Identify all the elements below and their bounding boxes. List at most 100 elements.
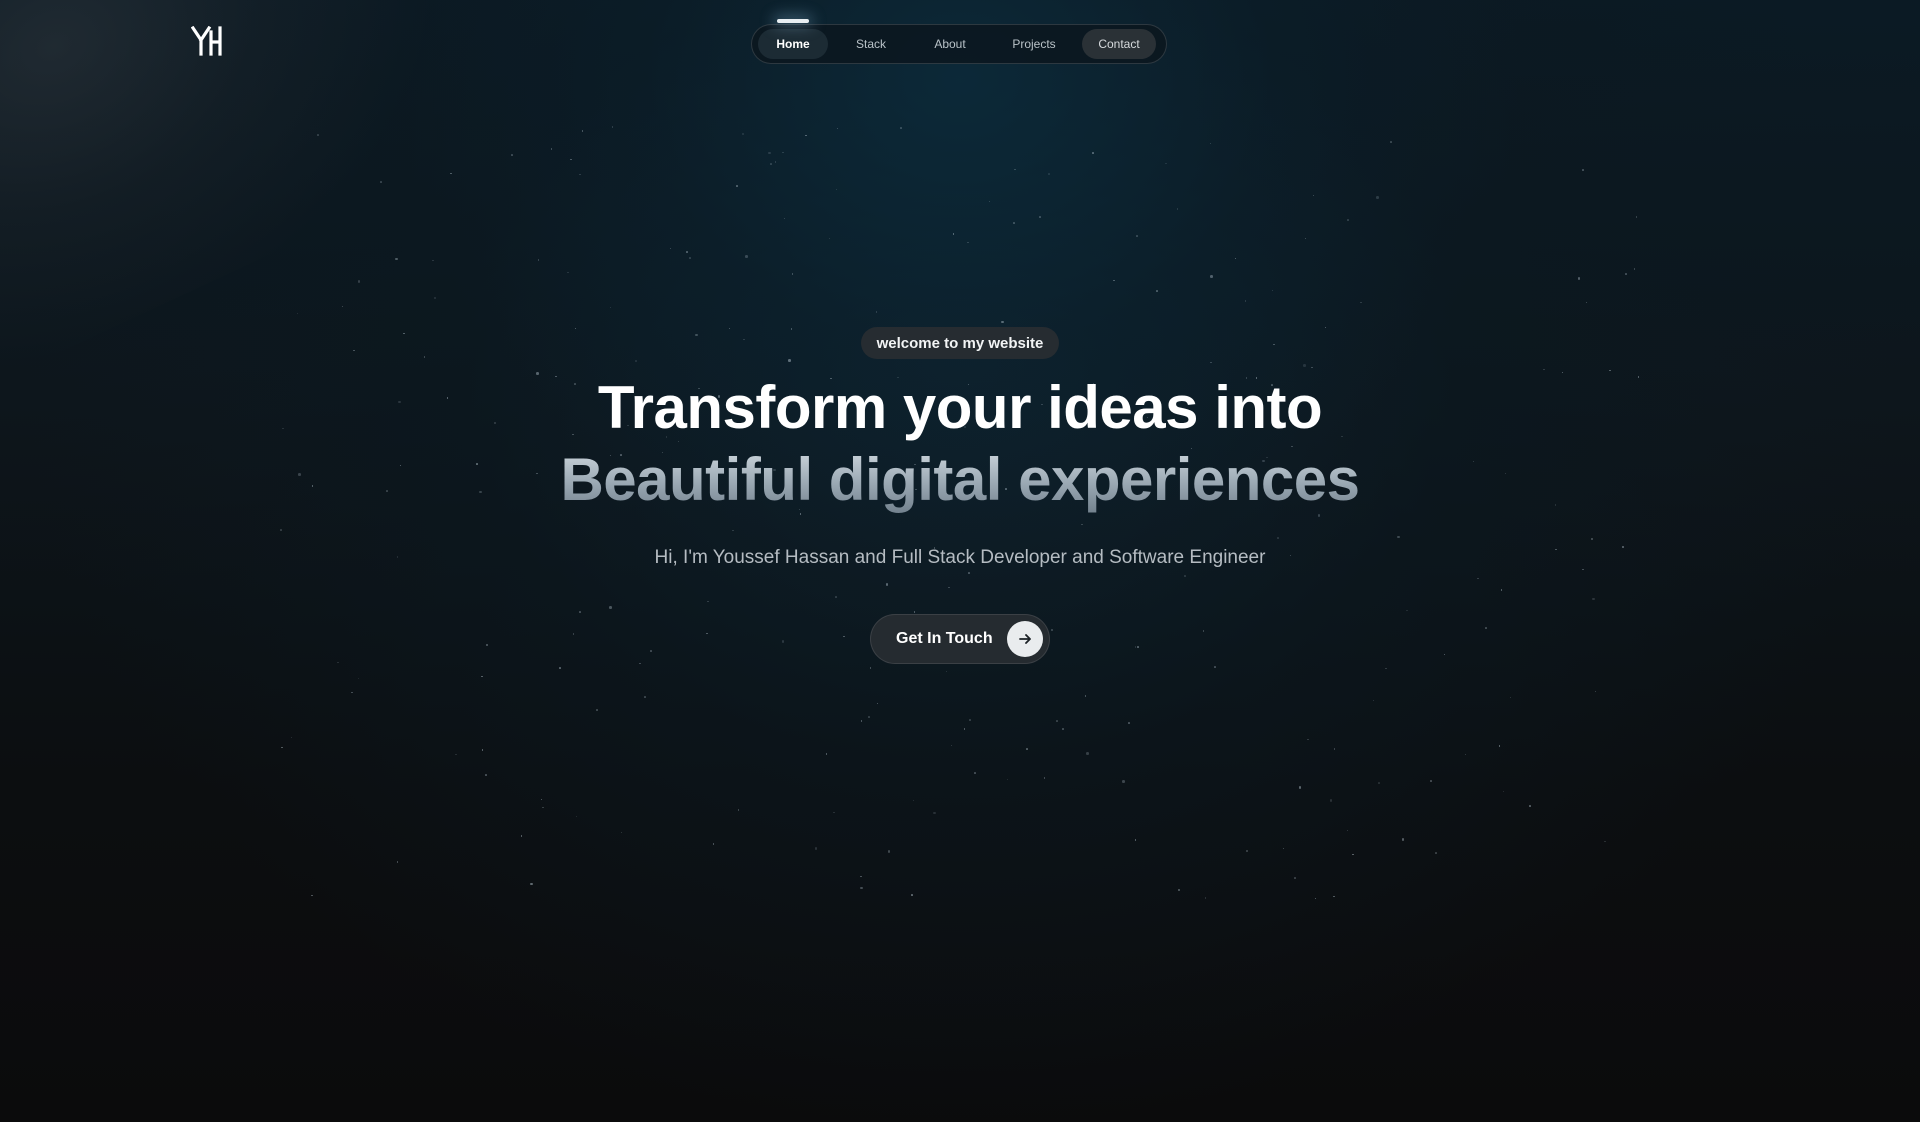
star bbox=[485, 774, 487, 776]
star bbox=[825, 753, 828, 755]
star bbox=[537, 259, 540, 261]
star bbox=[963, 728, 966, 730]
star bbox=[1385, 667, 1387, 670]
star bbox=[695, 333, 698, 337]
star bbox=[1184, 575, 1186, 577]
star bbox=[1271, 289, 1273, 292]
star bbox=[875, 311, 878, 313]
star bbox=[1347, 219, 1349, 221]
star bbox=[296, 312, 299, 315]
star bbox=[770, 163, 772, 165]
star bbox=[530, 882, 533, 886]
star bbox=[805, 134, 807, 137]
star bbox=[559, 667, 561, 669]
star bbox=[860, 886, 863, 890]
star bbox=[1209, 142, 1212, 145]
star bbox=[1529, 805, 1531, 807]
star bbox=[1390, 141, 1392, 143]
hero-subtitle: Hi, I'm Youssef Hassan and Full Stack De… bbox=[654, 547, 1266, 568]
star bbox=[1298, 786, 1302, 789]
star bbox=[317, 134, 319, 136]
star bbox=[1128, 722, 1130, 724]
star bbox=[860, 720, 863, 722]
star bbox=[620, 831, 623, 834]
star bbox=[520, 835, 523, 837]
yh-logo-icon bbox=[190, 25, 222, 56]
star bbox=[1635, 216, 1638, 218]
star bbox=[1245, 849, 1249, 853]
star bbox=[1177, 888, 1181, 892]
star bbox=[1282, 847, 1285, 850]
star bbox=[1081, 523, 1083, 526]
star bbox=[1303, 364, 1306, 367]
star bbox=[790, 328, 793, 330]
star bbox=[1204, 897, 1207, 899]
star bbox=[1509, 696, 1512, 699]
star bbox=[1304, 237, 1307, 240]
star bbox=[395, 257, 398, 261]
star bbox=[1050, 628, 1054, 632]
nav-about[interactable]: About bbox=[914, 29, 986, 59]
star bbox=[900, 127, 902, 129]
star bbox=[950, 744, 953, 747]
star bbox=[1001, 320, 1004, 324]
star bbox=[1346, 829, 1348, 832]
star bbox=[1234, 257, 1237, 260]
star bbox=[1084, 695, 1087, 697]
page: Home Stack About Projects Contact welcom… bbox=[0, 0, 1920, 1122]
star bbox=[835, 188, 838, 191]
star bbox=[783, 217, 786, 220]
nav-contact[interactable]: Contact bbox=[1082, 29, 1156, 59]
star bbox=[611, 126, 614, 128]
star bbox=[1056, 720, 1058, 722]
star bbox=[974, 772, 976, 774]
star bbox=[596, 709, 598, 711]
star bbox=[1502, 790, 1505, 793]
star bbox=[1137, 646, 1139, 648]
star bbox=[281, 746, 283, 749]
star bbox=[644, 696, 646, 698]
star bbox=[860, 875, 862, 878]
star bbox=[1376, 196, 1379, 199]
star bbox=[1625, 273, 1627, 275]
star bbox=[1165, 162, 1167, 165]
star bbox=[1214, 666, 1216, 668]
star bbox=[542, 806, 544, 809]
nav-stack[interactable]: Stack bbox=[828, 29, 914, 59]
star bbox=[455, 753, 457, 756]
star bbox=[1134, 839, 1137, 841]
star bbox=[1378, 782, 1380, 784]
star bbox=[1435, 852, 1437, 854]
star bbox=[450, 172, 452, 175]
star bbox=[781, 640, 785, 643]
arrow-right-icon bbox=[1007, 621, 1043, 657]
star bbox=[432, 259, 434, 262]
star bbox=[1430, 780, 1432, 782]
star bbox=[768, 151, 771, 155]
star bbox=[290, 736, 293, 739]
nav-projects[interactable]: Projects bbox=[986, 29, 1082, 59]
star bbox=[712, 843, 715, 845]
star bbox=[1043, 777, 1046, 779]
star bbox=[1485, 627, 1487, 629]
star bbox=[728, 327, 731, 330]
star bbox=[579, 173, 581, 176]
star bbox=[736, 185, 738, 187]
star bbox=[357, 677, 360, 680]
star bbox=[1352, 853, 1354, 856]
star bbox=[732, 529, 734, 532]
star bbox=[707, 600, 709, 603]
star bbox=[1312, 194, 1315, 197]
star bbox=[1277, 537, 1279, 539]
nav-home[interactable]: Home bbox=[758, 19, 828, 59]
star bbox=[969, 719, 971, 721]
star bbox=[635, 360, 637, 362]
star bbox=[774, 161, 777, 163]
star bbox=[1500, 589, 1503, 591]
logo[interactable] bbox=[190, 25, 223, 56]
star bbox=[1307, 738, 1309, 741]
star bbox=[1360, 301, 1362, 304]
star bbox=[1592, 597, 1595, 601]
get-in-touch-button[interactable]: Get In Touch bbox=[870, 614, 1050, 664]
star bbox=[1401, 838, 1405, 841]
